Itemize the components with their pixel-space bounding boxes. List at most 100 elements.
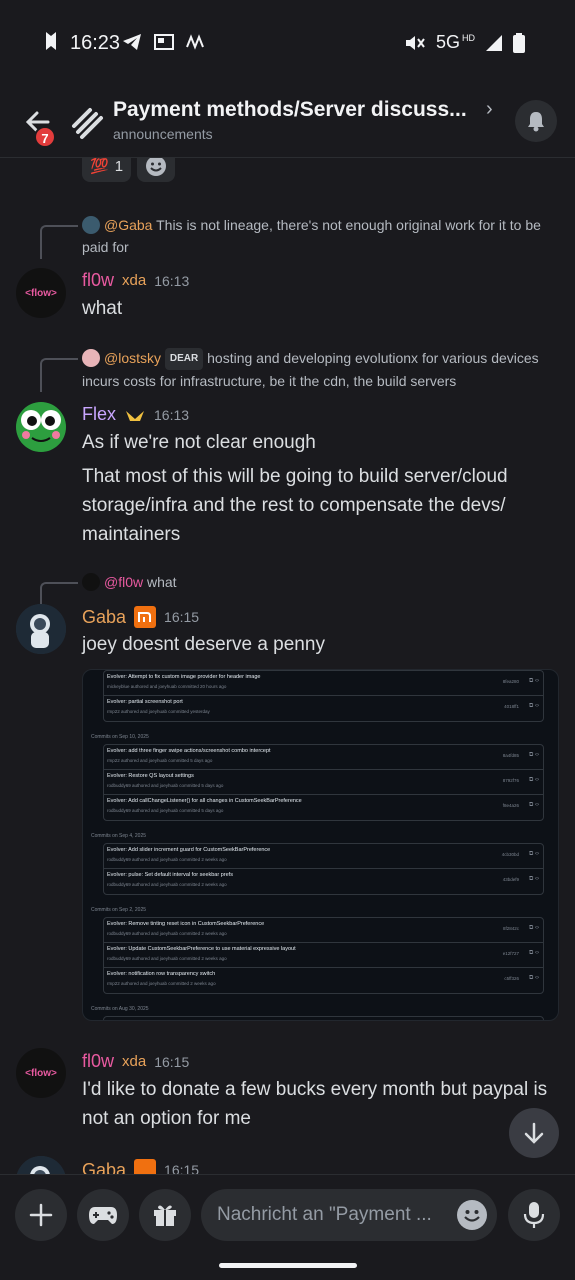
message-time: 16:13 — [154, 406, 190, 423]
commit-actions-icon: ⧉ ‹› — [529, 752, 539, 758]
commit-meta: rodbuddy69 authored and joeyhuab committ… — [107, 882, 227, 887]
message-header: fl0w xda 16:15 — [82, 1051, 189, 1072]
emoji-picker-button[interactable] — [457, 1200, 487, 1230]
commit-meta: rodbuddy69 authored and joeyhuab committ… — [107, 783, 224, 788]
dear-badge: DEAR — [164, 348, 204, 370]
reply-preview[interactable]: @Gaba This is not lineage, there's not e… — [82, 214, 552, 258]
notifications-button[interactable] — [515, 100, 557, 142]
commit-hash: 4018ff1 — [504, 704, 519, 709]
commit-actions-icon: ⧉ ‹› — [529, 777, 539, 783]
reply-text: what — [147, 574, 177, 590]
commit-actions-icon: ⧉ ‹› — [529, 678, 539, 684]
avatar — [82, 216, 100, 234]
avatar — [82, 573, 100, 591]
message-time: 16:15 — [164, 1162, 200, 1174]
frog-avatar-icon — [16, 402, 66, 452]
voice-message-button[interactable] — [508, 1189, 560, 1241]
message-list[interactable]: 💯 1 @Gaba This is not lineage, there's n… — [0, 158, 575, 1174]
commit-actions-icon: ⧉ ‹› — [529, 703, 539, 709]
author-name[interactable]: Gaba — [82, 607, 126, 628]
microphone-icon — [523, 1202, 545, 1228]
commit-title: Evolver: partial screenshot port — [107, 699, 183, 705]
avatar[interactable] — [16, 604, 66, 654]
avatar[interactable] — [16, 1156, 66, 1174]
wave-icon — [186, 34, 204, 50]
reply-preview[interactable]: @lostsky DEAR hosting and developing evo… — [82, 347, 552, 392]
message-content: I'd like to donate a few bucks every mon… — [82, 1079, 548, 1129]
reaction-bar: 💯 1 — [82, 158, 176, 182]
unread-badge: 7 — [34, 126, 56, 148]
reply-author: @lostsky — [104, 350, 161, 366]
commit-actions-icon: ⧉ ‹› — [529, 802, 539, 808]
bell-icon — [528, 112, 544, 132]
activities-button[interactable] — [77, 1189, 129, 1241]
commit-date-heading: Commits on Sep 10, 2025 — [91, 734, 149, 740]
reply-author: @Gaba — [104, 217, 153, 233]
commit-hash: 8a4fd85 — [502, 753, 519, 758]
commit-row: Evolver: Add callChangeListener() for al… — [104, 795, 543, 820]
commit-title: Evolver: Update CustomSeekbarPreference … — [107, 946, 296, 952]
jump-to-bottom-button[interactable] — [509, 1108, 559, 1158]
commit-meta: rmp22 authored and joeyhuab committed 2 … — [107, 981, 216, 986]
author-tag: xda — [122, 1053, 147, 1070]
channel-icon — [70, 106, 104, 140]
status-bar: 16:23 5G HD — [0, 0, 575, 86]
status-app-icons — [122, 33, 206, 51]
reaction-count: 1 — [114, 158, 124, 175]
reaction-chip[interactable]: 💯 1 — [82, 158, 132, 182]
avatar[interactable] — [16, 402, 66, 452]
commit-row: Evolver: Remove tinting reset icon in Cu… — [104, 918, 543, 943]
author-name[interactable]: fl0w — [82, 1051, 114, 1072]
network-sup: HD — [462, 32, 475, 43]
message-time: 16:13 — [154, 272, 190, 289]
channel-title[interactable]: Payment methods/Server discuss... — [113, 98, 467, 122]
commit-title: Evolver: Update tensor codes for P10 — [107, 1020, 198, 1021]
arrow-down-icon — [524, 1122, 544, 1144]
commit-hash: 43bdef9 — [502, 877, 519, 882]
commit-row: Evolver: Update tensor codes for P10rodb… — [104, 1017, 543, 1021]
chevron-right-icon[interactable]: › — [486, 98, 493, 121]
author-tag: xda — [122, 272, 147, 289]
avatar[interactable]: <flow> — [16, 268, 66, 318]
emoji-icon — [146, 158, 167, 176]
home-indicator[interactable] — [219, 1263, 357, 1268]
gift-button[interactable] — [139, 1189, 191, 1241]
commit-group: Evolver: Update tensor codes for P10rodb… — [103, 1016, 544, 1021]
avatar[interactable]: <flow> — [16, 1048, 66, 1098]
image-attachment[interactable]: Evolver: Attempt to fix custom image pro… — [82, 669, 559, 1021]
message-time: 16:15 — [164, 609, 200, 625]
commit-group: Evolver: add three finger swipe actions/… — [103, 744, 544, 821]
xiaomi-icon — [134, 606, 157, 628]
message-content: As if we're not clear enough — [82, 432, 316, 453]
network-label: 5G — [435, 32, 460, 52]
status-time: 16:23 — [70, 32, 121, 54]
author-name[interactable]: Flex — [82, 404, 116, 425]
commit-hash: e12f727 — [502, 951, 519, 956]
composer-bar: Nachricht an "Payment ... — [0, 1174, 575, 1280]
commit-group: Evolver: Remove tinting reset icon in Cu… — [103, 917, 544, 994]
reply-preview[interactable]: @fl0w what — [82, 571, 552, 593]
author-name[interactable]: Gaba — [82, 1160, 126, 1175]
message-input[interactable]: Nachricht an "Payment ... — [201, 1189, 497, 1241]
commit-date-heading: Commits on Sep 2, 2025 — [91, 907, 147, 913]
status-notification-icons — [42, 30, 60, 52]
add-button[interactable] — [15, 1189, 67, 1241]
astronaut-avatar-icon — [16, 1156, 66, 1174]
commit-meta: rodbuddy69 authored and joeyhuab committ… — [107, 956, 227, 961]
commit-group: Evolver: Attempt to fix custom image pro… — [103, 670, 544, 722]
gift-icon — [154, 1205, 176, 1226]
status-right: 5G HD — [404, 32, 525, 53]
gamepad-icon — [89, 1207, 117, 1224]
author-name[interactable]: fl0w — [82, 270, 114, 291]
commit-title: Evolver: Attempt to fix custom image pro… — [107, 674, 261, 680]
add-reaction-button[interactable] — [137, 158, 176, 182]
commit-hash: c5ff326 — [504, 976, 519, 981]
message-header: Gaba 16:15 — [82, 606, 199, 628]
message-time: 16:15 — [154, 1053, 190, 1070]
commit-meta: rmp22 authored and joeyhuab committed 5 … — [107, 758, 213, 763]
message-header: Flex 16:13 — [82, 404, 189, 425]
channel-subtitle: announcements — [113, 126, 213, 142]
commit-meta: rodbuddy69 authored and joeyhuab committ… — [107, 857, 227, 862]
commit-title: Evolver: notification row transparency s… — [107, 971, 216, 977]
commit-title: Evolver: Add slider increment guard for … — [107, 847, 271, 853]
